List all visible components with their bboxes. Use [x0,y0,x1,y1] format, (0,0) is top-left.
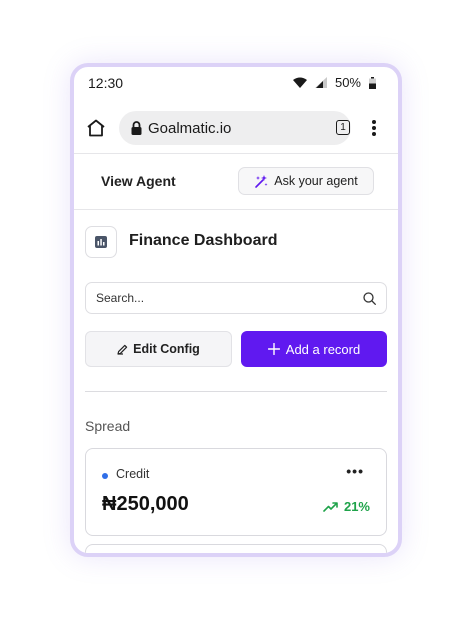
card-label: Credit [116,467,150,481]
kebab-menu-icon[interactable] [371,120,377,136]
search-icon[interactable] [363,291,376,305]
url-text: Goalmatic.io [148,119,232,137]
add-record-label: Add a record [285,341,361,357]
status-dot [102,473,108,479]
battery-icon [369,76,376,89]
more-options-icon[interactable]: ••• [346,463,364,479]
tab-switcher-button[interactable]: 1 [336,120,350,135]
status-icons: 50% [292,75,376,90]
ask-agent-button[interactable]: Ask your agent [238,167,374,195]
edit-config-button[interactable]: Edit Config [85,331,232,367]
pencil-icon [117,344,128,355]
section-label: Spread [85,418,131,434]
search-box[interactable] [85,282,387,314]
phone-frame: 12:30 50% Goalmatic.io 1 View Agent Ask … [70,63,402,557]
status-time: 12:30 [88,75,124,91]
edit-config-label: Edit Config [133,342,200,356]
sparkle-wand-icon [255,174,268,188]
next-card[interactable] [85,544,387,553]
plus-icon [267,343,280,355]
tab-count: 1 [340,122,346,133]
divider [74,153,398,154]
divider [74,209,398,210]
change-percent: 21% [343,499,370,514]
battery-percent: 50% [334,75,361,90]
credit-card[interactable]: Credit ••• ₦250,000 21% [85,448,387,536]
wifi-icon [292,77,307,88]
add-record-button[interactable]: Add a record [241,331,387,367]
bar-chart-icon [95,236,107,248]
card-amount: ₦250,000 [102,493,189,515]
page-title: Finance Dashboard [129,232,278,249]
home-icon[interactable] [86,119,106,137]
url-bar[interactable]: Goalmatic.io [119,111,351,145]
dashboard-icon-box [85,226,117,258]
search-input[interactable] [96,291,336,305]
change-indicator: 21% [323,499,370,514]
lock-icon [131,121,142,135]
signal-icon [314,77,327,88]
trend-up-icon [323,501,338,512]
divider [85,391,387,392]
view-agent-title: View Agent [101,173,176,189]
ask-agent-label: Ask your agent [274,174,358,188]
